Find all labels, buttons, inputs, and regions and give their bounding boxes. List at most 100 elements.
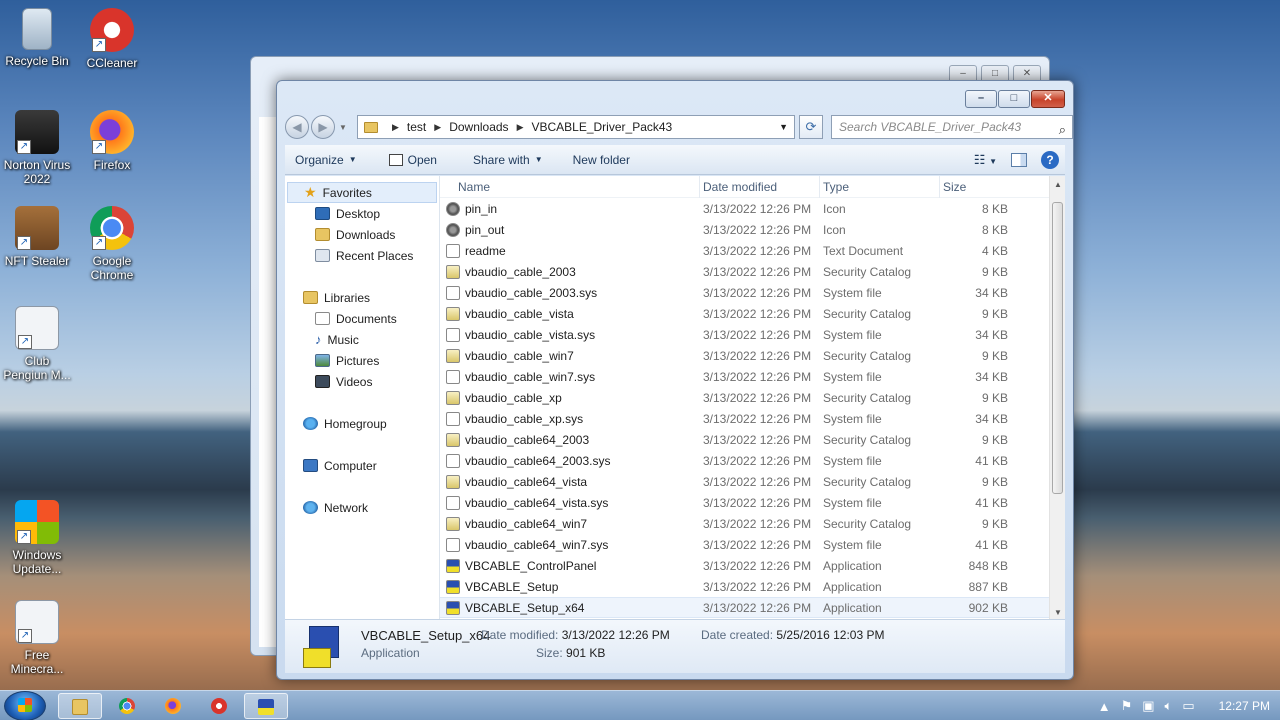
table-row[interactable]: vbaudio_cable_xp.sys 3/13/2022 12:26 PM Sy… xyxy=(440,408,1065,429)
desktop-icon-windows-update[interactable]: ↗ Windows Update... xyxy=(1,500,73,576)
nav-item-favorites[interactable]: ★ Favorites xyxy=(287,182,437,203)
table-row[interactable]: vbaudio_cable64_vista.sys 3/13/2022 12:26… xyxy=(440,492,1065,513)
nav-item-network[interactable]: Network xyxy=(285,497,439,518)
change-view-icon[interactable]: ☷ ▼ xyxy=(974,152,997,168)
table-row[interactable]: vbaudio_cable64_2003 3/13/2022 12:26 PM Se… xyxy=(440,429,1065,450)
column-header-size[interactable]: Size xyxy=(940,176,1010,198)
chevron-right-icon[interactable]: ▶ xyxy=(392,122,399,133)
breadcrumb-test[interactable]: test xyxy=(407,120,426,134)
scroll-down-icon[interactable]: ▼ xyxy=(1050,608,1066,617)
show-hidden-icons-icon[interactable]: ▲ xyxy=(1098,699,1111,714)
taskbar-chrome[interactable] xyxy=(106,693,150,719)
open-button[interactable]: Open xyxy=(381,153,445,167)
help-icon[interactable]: ? xyxy=(1041,150,1059,169)
taskbar-explorer[interactable] xyxy=(58,693,102,719)
breadcrumb-current-folder[interactable]: VBCABLE_Driver_Pack43 xyxy=(531,120,672,134)
nav-item-videos[interactable]: Videos xyxy=(285,371,439,392)
refresh-button[interactable]: ⟳ xyxy=(799,115,823,139)
organize-button[interactable]: Organize ▼ xyxy=(285,153,365,167)
scrollbar-thumb[interactable] xyxy=(1052,202,1063,494)
breadcrumb-downloads[interactable]: Downloads xyxy=(449,120,508,134)
volume-icon[interactable]: 🔈︎ xyxy=(1165,698,1173,714)
taskbar-clock[interactable]: 12:27 PM xyxy=(1219,699,1270,713)
nav-item-homegroup[interactable]: Homegroup xyxy=(285,413,439,434)
file-type-icon xyxy=(446,264,460,279)
table-row[interactable]: pin_in 3/13/2022 12:26 PM Icon 8 KB xyxy=(440,198,1065,219)
table-row[interactable]: vbaudio_cable64_win7.sys 3/13/2022 12:26 … xyxy=(440,534,1065,555)
column-header-date[interactable]: Date modified xyxy=(700,175,820,198)
scroll-up-icon[interactable]: ▲ xyxy=(1050,180,1066,189)
file-name: pin_out xyxy=(465,222,505,237)
desktop-icon-firefox[interactable]: ↗ Firefox xyxy=(76,110,148,172)
desktop-icon-chrome[interactable]: ↗ Google Chrome xyxy=(76,206,148,282)
nav-item-documents[interactable]: Documents xyxy=(285,308,439,329)
file-type-cell: Application xyxy=(823,558,882,573)
display-icon[interactable]: ▭ xyxy=(1182,698,1194,714)
recent-pages-dropdown[interactable]: ▼ xyxy=(337,123,349,132)
chevron-right-icon[interactable]: ▶ xyxy=(517,122,524,133)
chevron-down-icon[interactable]: ▼ xyxy=(779,122,788,132)
preview-pane-icon[interactable] xyxy=(1011,152,1027,167)
nav-item-computer[interactable]: Computer xyxy=(285,455,439,476)
table-row[interactable]: vbaudio_cable_2003.sys 3/13/2022 12:26 PM… xyxy=(440,282,1065,303)
minimize-button[interactable]: – xyxy=(965,90,997,108)
table-row[interactable]: vbaudio_cable_xp 3/13/2022 12:26 PM Securi… xyxy=(440,387,1065,408)
start-button[interactable] xyxy=(4,691,46,720)
flag-icon[interactable]: ⚑ xyxy=(1121,698,1133,714)
chevron-right-icon[interactable]: ▶ xyxy=(434,122,441,133)
table-row[interactable]: vbaudio_cable_vista.sys 3/13/2022 12:26 P… xyxy=(440,324,1065,345)
pictures-icon xyxy=(315,354,330,367)
file-date-cell: 3/13/2022 12:26 PM xyxy=(703,306,812,321)
details-pane: VBCABLE_Setup_x64 Application Date modif… xyxy=(285,619,1065,673)
file-rows: pin_in 3/13/2022 12:26 PM Icon 8 KB pin_out 3… xyxy=(440,198,1065,618)
maximize-button[interactable]: □ xyxy=(998,90,1030,108)
nav-item-label: Music xyxy=(327,332,359,347)
table-row[interactable]: VBCABLE_Setup 3/13/2022 12:26 PM Applicati… xyxy=(440,576,1065,597)
nav-item-music[interactable]: ♪ Music xyxy=(285,329,439,350)
desktop-icon-norton[interactable]: ↗ Norton Virus 2022 xyxy=(1,110,73,186)
nav-item-pictures[interactable]: Pictures xyxy=(285,350,439,371)
table-row[interactable]: vbaudio_cable_win7 3/13/2022 12:26 PM Secu… xyxy=(440,345,1065,366)
table-row[interactable]: VBCABLE_Setup_x64 3/13/2022 12:26 PM Appli… xyxy=(440,597,1065,618)
table-row[interactable]: VBCABLE_ControlPanel 3/13/2022 12:26 PM Ap… xyxy=(440,555,1065,576)
file-type-cell: Text Document xyxy=(823,243,904,258)
file-name-cell: vbaudio_cable64_win7.sys xyxy=(440,537,700,552)
desktop-icon-club-penguin[interactable]: ↗ Club Pengiun M... xyxy=(1,306,73,382)
file-size-cell: 887 KB xyxy=(968,579,1008,594)
search-input[interactable]: Search VBCABLE_Driver_Pack43 ⌕ xyxy=(831,115,1073,139)
share-with-button[interactable]: Share with ▼ xyxy=(465,153,551,167)
desktop-icon-ccleaner[interactable]: ↗ CCleaner xyxy=(76,8,148,70)
column-header-type[interactable]: Type xyxy=(820,175,940,198)
address-bar[interactable]: ▶ test ▶ Downloads ▶ VBCABLE_Driver_Pack… xyxy=(357,115,795,139)
file-type-icon xyxy=(446,348,460,363)
search-icon[interactable]: ⌕ xyxy=(1059,119,1066,141)
table-row[interactable]: vbaudio_cable_win7.sys 3/13/2022 12:26 PM… xyxy=(440,366,1065,387)
explorer-window[interactable]: – □ ✕ ◀ ▶ ▼ ▶ test ▶ Downloads ▶ VBCABLE… xyxy=(276,80,1074,680)
table-row[interactable]: readme 3/13/2022 12:26 PM Text Document 4 K… xyxy=(440,240,1065,261)
table-row[interactable]: pin_out 3/13/2022 12:26 PM Icon 8 KB xyxy=(440,219,1065,240)
table-row[interactable]: vbaudio_cable64_win7 3/13/2022 12:26 PM Se… xyxy=(440,513,1065,534)
back-button[interactable]: ◀ xyxy=(285,115,309,139)
table-row[interactable]: vbaudio_cable64_2003.sys 3/13/2022 12:26 … xyxy=(440,450,1065,471)
chrome-icon: ↗ xyxy=(90,206,134,250)
desktop-icon-recycle-bin[interactable]: Recycle Bin xyxy=(1,8,73,68)
desktop-icon-nft-stealer[interactable]: ↗ NFT Stealer xyxy=(1,206,73,268)
network-icon[interactable]: ▣ xyxy=(1142,698,1154,714)
taskbar-ccleaner[interactable] xyxy=(198,693,242,719)
nav-item-libraries[interactable]: Libraries xyxy=(285,287,439,308)
desktop-icon-free-minecraft[interactable]: ↗ Free Minecra... xyxy=(1,600,73,676)
taskbar-firefox[interactable] xyxy=(152,693,196,719)
close-button[interactable]: ✕ xyxy=(1031,90,1065,108)
nav-item-downloads[interactable]: Downloads xyxy=(285,224,439,245)
column-header-name[interactable]: Name xyxy=(440,175,700,198)
nav-item-recent-places[interactable]: Recent Places xyxy=(285,245,439,266)
table-row[interactable]: vbaudio_cable64_vista 3/13/2022 12:26 PM S… xyxy=(440,471,1065,492)
forward-button[interactable]: ▶ xyxy=(311,115,335,139)
vertical-scrollbar[interactable]: ▲ ▼ xyxy=(1049,176,1065,619)
nav-item-desktop[interactable]: Desktop xyxy=(285,203,439,224)
new-folder-button[interactable]: New folder xyxy=(565,153,638,167)
file-name-cell: vbaudio_cable64_2003 xyxy=(440,432,700,447)
taskbar-setup[interactable] xyxy=(244,693,288,719)
table-row[interactable]: vbaudio_cable_2003 3/13/2022 12:26 PM Secu… xyxy=(440,261,1065,282)
table-row[interactable]: vbaudio_cable_vista 3/13/2022 12:26 PM Sec… xyxy=(440,303,1065,324)
